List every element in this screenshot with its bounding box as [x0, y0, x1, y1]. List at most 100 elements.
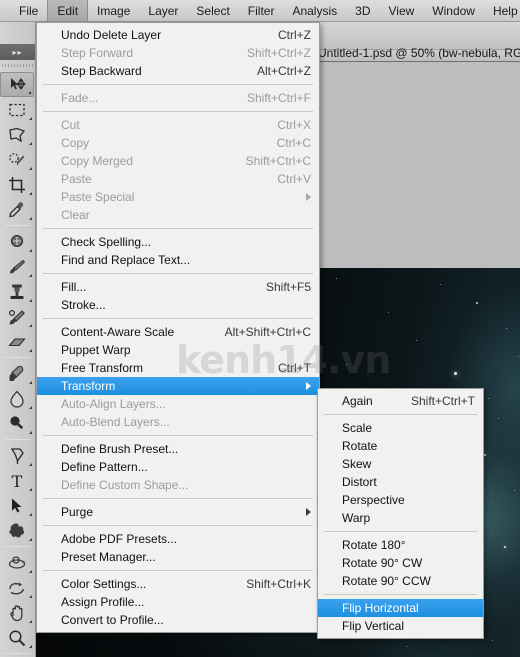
move-tool[interactable] — [0, 72, 34, 97]
menu-item-preset-manager[interactable]: Preset Manager... — [37, 548, 319, 566]
menu-item-rotate[interactable]: Rotate — [318, 437, 483, 455]
menu-item-assign-profile[interactable]: Assign Profile... — [37, 593, 319, 611]
menu-item-again[interactable]: Again Shift+Ctrl+T — [318, 392, 483, 410]
menu-separator — [43, 318, 313, 319]
star-pixel — [504, 546, 507, 549]
menu-item-flip-horizontal[interactable]: Flip Horizontal — [318, 599, 483, 617]
menu-item-paste-special: Paste Special — [37, 188, 319, 206]
hand-tool[interactable] — [0, 600, 34, 625]
eraser-tool[interactable] — [0, 329, 34, 354]
menubar-item-view[interactable]: View — [379, 0, 423, 21]
menu-item-free-transform[interactable]: Free Transform Ctrl+T — [37, 359, 319, 377]
menu-item-distort[interactable]: Distort — [318, 473, 483, 491]
menu-item-skew[interactable]: Skew — [318, 455, 483, 473]
tools-panel-grip[interactable] — [0, 62, 35, 72]
menu-item-label: Fill... — [61, 280, 87, 294]
tools-panel-collapse-button[interactable]: ▸▸ — [0, 44, 35, 60]
menu-separator — [43, 570, 313, 571]
menu-item-flip-vertical[interactable]: Flip Vertical — [318, 617, 483, 635]
menu-item-label: Distort — [342, 475, 377, 489]
menu-item-paste: Paste Ctrl+V — [37, 170, 319, 188]
tool-group-indicator-icon — [29, 217, 32, 220]
menubar-item-layer[interactable]: Layer — [139, 0, 187, 21]
document-tab-title[interactable]: Untitled-1.psd @ 50% (bw-nebula, RGB — [318, 46, 520, 60]
dodge-tool[interactable] — [0, 411, 34, 436]
menu-item-transform[interactable]: Transform — [37, 377, 319, 395]
menubar-item-3d[interactable]: 3D — [346, 0, 379, 21]
menu-item-puppet-warp[interactable]: Puppet Warp — [37, 341, 319, 359]
star-pixel — [346, 364, 348, 366]
menu-item-rotate-90-ccw[interactable]: Rotate 90° CCW — [318, 572, 483, 590]
tool-group-indicator-icon — [29, 324, 32, 327]
brush-tool[interactable] — [0, 254, 34, 279]
blur-tool[interactable] — [0, 386, 34, 411]
menubar-item-image[interactable]: Image — [88, 0, 139, 21]
3d-camera-rotate-tool[interactable] — [0, 575, 34, 600]
star-pixel — [506, 328, 507, 329]
menubar-item-edit[interactable]: Edit — [47, 0, 89, 21]
menu-item-shortcut: Shift+Ctrl+C — [245, 154, 311, 168]
history-brush-tool[interactable] — [0, 304, 34, 329]
tools-divider — [5, 225, 30, 226]
menu-item-label: Warp — [342, 511, 371, 525]
menubar-item-file[interactable]: File — [10, 0, 47, 21]
menu-item-label: Rotate — [342, 439, 378, 453]
rectangular-marquee-tool[interactable] — [0, 97, 34, 122]
submenu-arrow-icon — [306, 193, 311, 201]
menubar-item-window[interactable]: Window — [423, 0, 484, 21]
menu-item-label: Again — [342, 394, 373, 408]
tool-group-indicator-icon — [29, 538, 32, 541]
menubar-item-analysis[interactable]: Analysis — [283, 0, 346, 21]
menu-item-scale[interactable]: Scale — [318, 419, 483, 437]
eyedropper-tool[interactable] — [0, 197, 34, 222]
menu-item-shortcut: Ctrl+Z — [278, 28, 311, 42]
menubar-item-select[interactable]: Select — [187, 0, 238, 21]
menu-item-define-brush-preset[interactable]: Define Brush Preset... — [37, 440, 319, 458]
tool-group-indicator-icon — [29, 620, 32, 623]
menubar-item-filter[interactable]: Filter — [239, 0, 284, 21]
tools-divider — [5, 439, 30, 440]
tools-divider — [5, 357, 30, 358]
pen-tool[interactable] — [0, 443, 34, 468]
menu-item-perspective[interactable]: Perspective — [318, 491, 483, 509]
menubar-item-help[interactable]: Help — [484, 0, 520, 21]
menu-item-label: Copy — [61, 136, 90, 150]
menu-item-check-spelling[interactable]: Check Spelling... — [37, 233, 319, 251]
menu-item-rotate-90-cw[interactable]: Rotate 90° CW — [318, 554, 483, 572]
menu-item-label: Skew — [342, 457, 372, 471]
menu-item-adobe-pdf-presets[interactable]: Adobe PDF Presets... — [37, 530, 319, 548]
menu-item-content-aware-scale[interactable]: Content-Aware Scale Alt+Shift+Ctrl+C — [37, 323, 319, 341]
custom-shape-tool[interactable] — [0, 518, 34, 543]
menu-item-find-and-replace-text[interactable]: Find and Replace Text... — [37, 251, 319, 269]
crop-tool[interactable] — [0, 172, 34, 197]
clone-stamp-tool[interactable] — [0, 279, 34, 304]
gradient-tool[interactable] — [0, 361, 34, 386]
menu-item-rotate-180[interactable]: Rotate 180° — [318, 536, 483, 554]
lasso-tool[interactable] — [0, 122, 34, 147]
menu-item-step-backward[interactable]: Step Backward Alt+Ctrl+Z — [37, 62, 319, 80]
menu-item-cut: Cut Ctrl+X — [37, 116, 319, 134]
menu-item-shortcut: Ctrl+V — [277, 172, 311, 186]
3d-object-rotate-tool[interactable] — [0, 550, 34, 575]
menu-item-convert-to-profile[interactable]: Convert to Profile... — [37, 611, 319, 629]
menu-item-fill[interactable]: Fill... Shift+F5 — [37, 278, 319, 296]
menu-item-shortcut: Ctrl+C — [276, 136, 311, 150]
spot-healing-brush-tool[interactable] — [0, 229, 34, 254]
zoom-tool[interactable] — [0, 625, 34, 650]
tool-group-indicator-icon — [29, 299, 32, 302]
menu-item-purge[interactable]: Purge — [37, 503, 319, 521]
menu-item-define-pattern[interactable]: Define Pattern... — [37, 458, 319, 476]
menu-item-shortcut: Ctrl+T — [278, 361, 311, 375]
star-pixel — [484, 454, 487, 457]
path-selection-tool[interactable] — [0, 493, 34, 518]
menu-item-color-settings[interactable]: Color Settings... Shift+Ctrl+K — [37, 575, 319, 593]
tool-group-indicator-icon — [29, 192, 32, 195]
menu-item-undo-delete-layer[interactable]: Undo Delete Layer Ctrl+Z — [37, 26, 319, 44]
star-pixel — [454, 372, 457, 375]
quick-selection-tool[interactable] — [0, 147, 34, 172]
menu-item-label: Content-Aware Scale — [61, 325, 175, 339]
star-pixel — [476, 302, 478, 304]
horizontal-type-tool[interactable]: T — [0, 468, 34, 493]
menu-item-warp[interactable]: Warp — [318, 509, 483, 527]
menu-item-stroke[interactable]: Stroke... — [37, 296, 319, 314]
